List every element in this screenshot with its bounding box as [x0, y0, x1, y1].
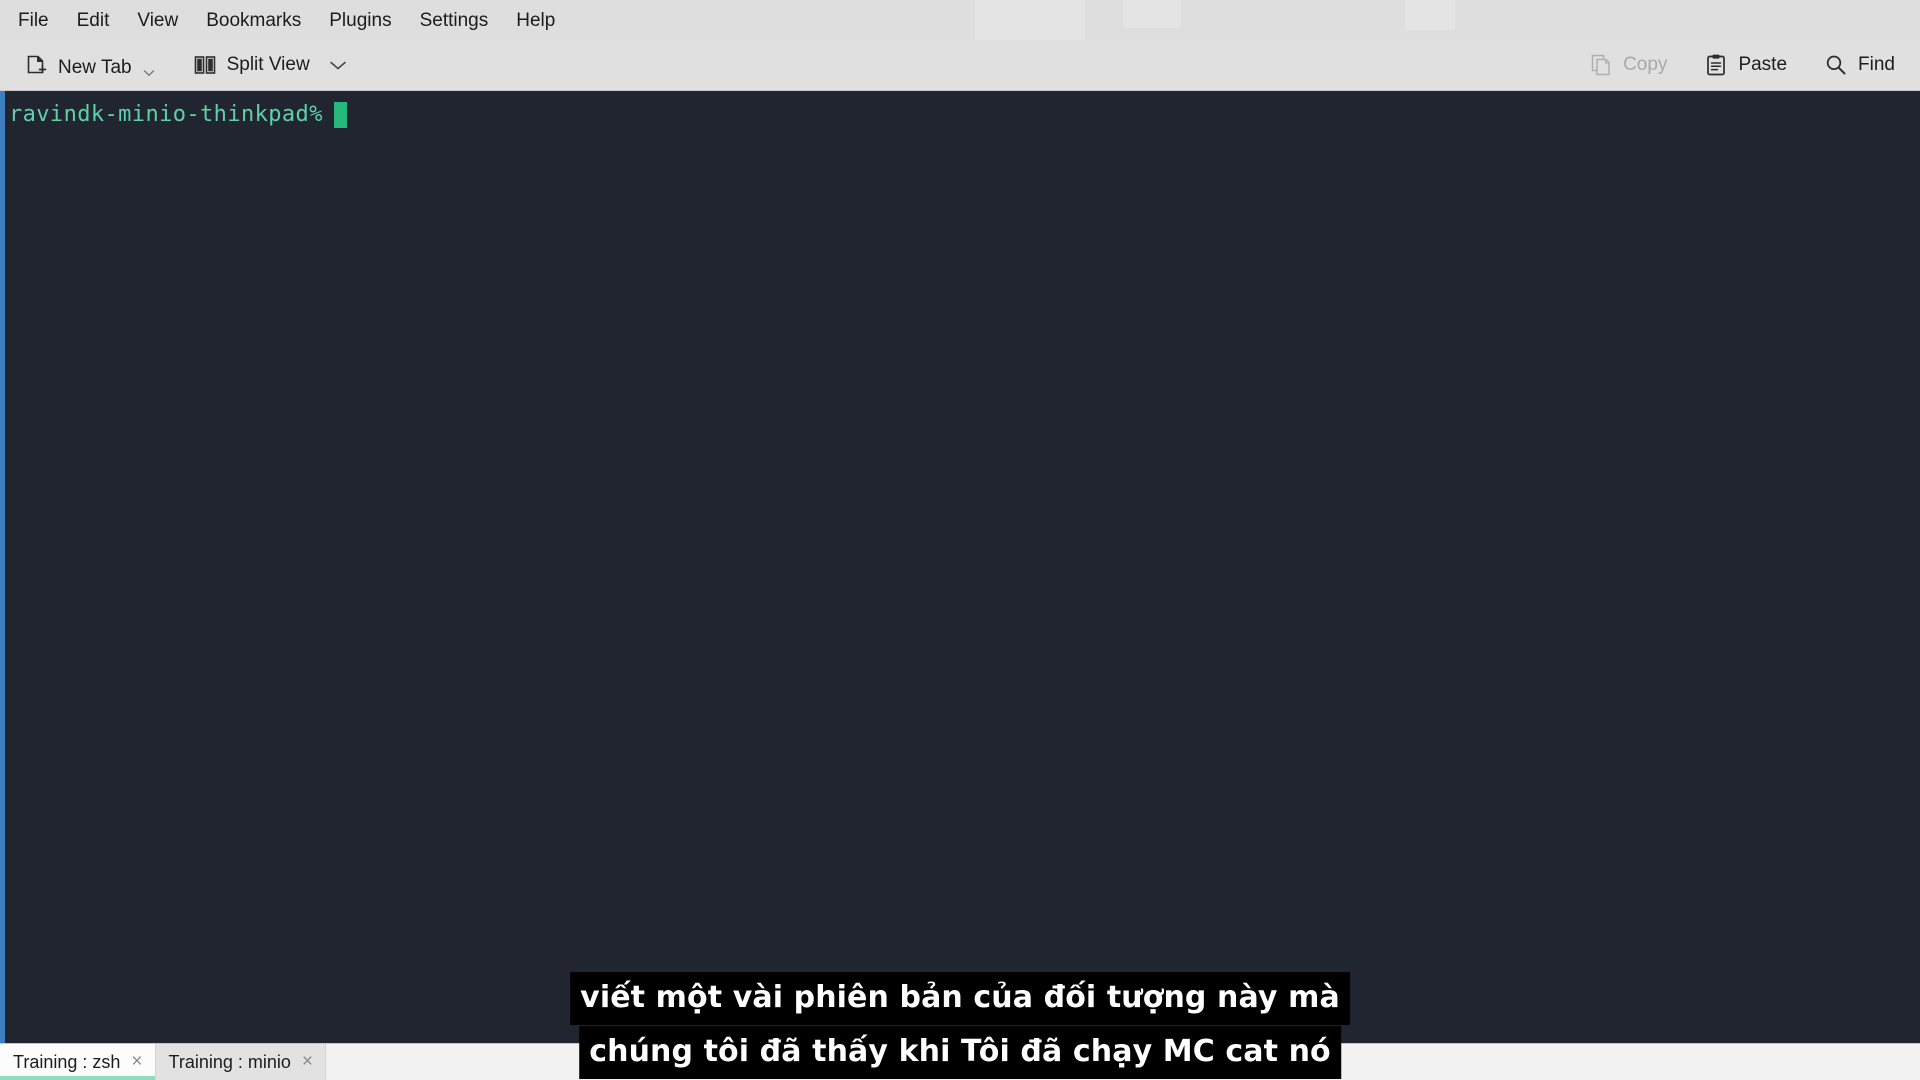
close-icon[interactable]: × [301, 1052, 314, 1073]
paste-icon [1703, 52, 1729, 78]
terminal-prompt-line: ravindk-minio-thinkpad% [9, 102, 1920, 128]
split-view-button[interactable]: Split View [183, 47, 357, 83]
menu-bar: File Edit View Bookmarks Plugins Setting… [0, 0, 1920, 40]
terminal-application-window: File Edit View Bookmarks Plugins Setting… [0, 0, 1920, 1080]
tab-label: Training : zsh [13, 1051, 121, 1072]
copy-icon [1588, 52, 1614, 78]
toolbar-left-group: New Tab Split View [14, 47, 357, 83]
terminal-output-area[interactable]: ravindk-minio-thinkpad% [9, 91, 1920, 1043]
new-tab-label: New Tab [58, 57, 132, 79]
menu-item-bookmarks[interactable]: Bookmarks [192, 5, 315, 36]
new-tab-icon [23, 52, 49, 78]
menu-item-view[interactable]: View [123, 5, 192, 36]
new-tab-button[interactable]: New Tab [14, 47, 165, 83]
menu-item-file[interactable]: File [4, 5, 63, 36]
split-view-label: Split View [226, 54, 310, 76]
menu-item-settings[interactable]: Settings [406, 5, 503, 36]
tab-training-minio[interactable]: Training : minio × [155, 1044, 326, 1080]
find-button[interactable]: Find [1814, 47, 1904, 83]
find-label: Find [1858, 54, 1895, 76]
copy-label: Copy [1623, 54, 1668, 76]
tab-training-zsh[interactable]: Training : zsh × [0, 1044, 156, 1080]
paste-label: Paste [1738, 54, 1788, 76]
menubar-artifact-1 [975, 0, 1085, 40]
pane-focus-indicator [0, 91, 5, 1043]
toolbar: New Tab Split View Copy Paste Find [0, 40, 1920, 91]
terminal-pane[interactable]: ravindk-minio-thinkpad% [0, 91, 1920, 1043]
shell-prompt: ravindk-minio-thinkpad% [9, 102, 323, 127]
terminal-cursor [333, 102, 347, 128]
search-icon [1823, 52, 1849, 78]
paste-button[interactable]: Paste [1694, 47, 1796, 83]
chevron-down-icon[interactable] [328, 55, 348, 75]
chevron-down-icon[interactable] [142, 63, 156, 78]
toolbar-right-group: Copy Paste Find [1579, 47, 1904, 83]
copy-button[interactable]: Copy [1579, 47, 1676, 83]
menu-item-help[interactable]: Help [502, 5, 569, 36]
menubar-artifact-2 [1123, 0, 1181, 28]
active-tab-indicator [0, 1076, 155, 1080]
menu-item-edit[interactable]: Edit [63, 5, 124, 36]
tab-label: Training : minio [168, 1051, 291, 1072]
menubar-artifact-3 [1405, 0, 1455, 30]
close-icon[interactable]: × [130, 1052, 143, 1073]
split-view-icon [192, 52, 218, 78]
menu-item-plugins[interactable]: Plugins [315, 5, 405, 36]
tab-bar: Training : zsh × Training : minio × [0, 1043, 1920, 1080]
